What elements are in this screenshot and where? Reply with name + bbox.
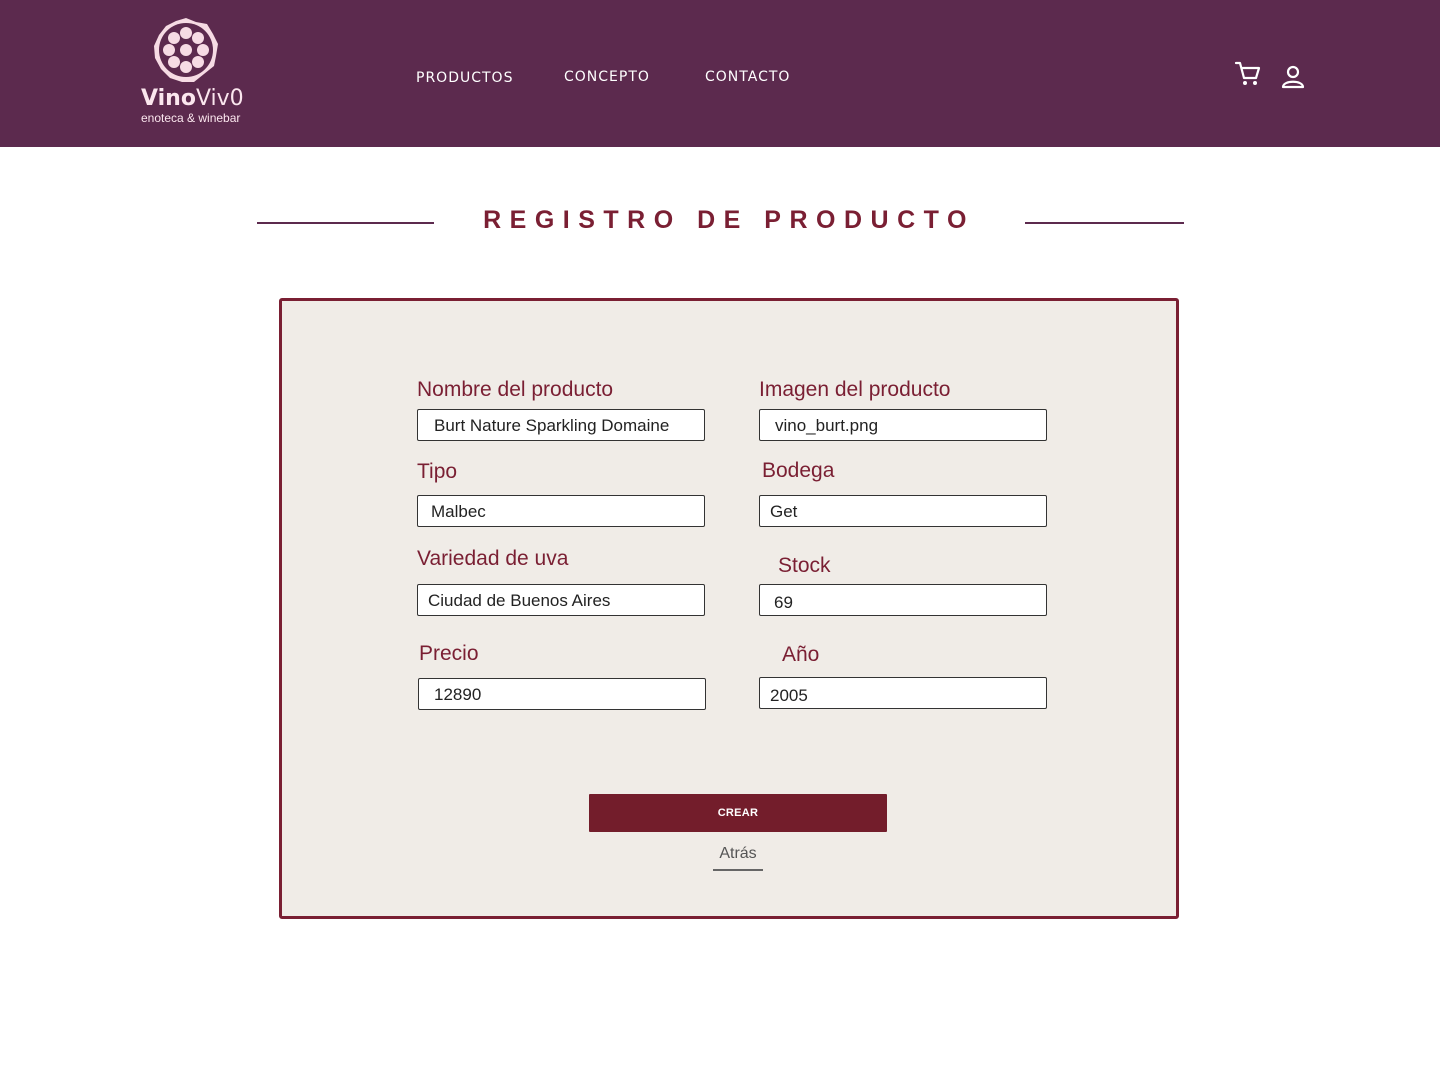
stock-input[interactable] — [759, 584, 1047, 616]
product-form-card: Nombre del producto Imagen del producto … — [279, 298, 1179, 919]
crear-button[interactable]: CREAR — [589, 794, 887, 832]
label-anio: Año — [782, 643, 820, 666]
page-title-section: REGISTRO DE PRODUCTO — [0, 200, 1440, 246]
label-tipo: Tipo — [417, 460, 458, 483]
tipo-input[interactable] — [417, 495, 705, 527]
user-button[interactable] — [1280, 64, 1308, 92]
brand-tagline: enoteca & winebar — [141, 111, 241, 125]
title-divider-left — [257, 222, 434, 224]
label-variedad: Variedad de uva — [417, 547, 569, 570]
imagen-input[interactable] — [759, 409, 1047, 441]
anio-input[interactable] — [759, 677, 1047, 709]
user-icon — [1281, 65, 1305, 89]
precio-input[interactable] — [418, 678, 706, 710]
cart-button[interactable] — [1234, 60, 1262, 88]
label-bodega: Bodega — [762, 459, 835, 482]
label-nombre: Nombre del producto — [417, 378, 614, 401]
wine-flower-logo-icon — [154, 18, 218, 82]
back-link[interactable]: Atrás — [713, 845, 763, 871]
brand-name: VinoViv0 — [141, 86, 244, 111]
page-title: REGISTRO DE PRODUCTO — [483, 206, 975, 234]
nav-productos[interactable]: PRODUCTOS — [416, 70, 513, 86]
site-header: VinoViv0 enoteca & winebar PRODUCTOS CON… — [0, 0, 1440, 147]
label-imagen: Imagen del producto — [759, 378, 951, 401]
nav-contacto[interactable]: CONTACTO — [705, 69, 790, 85]
bodega-input[interactable] — [759, 495, 1047, 527]
cart-icon — [1234, 61, 1261, 85]
label-precio: Precio — [419, 642, 479, 665]
nav-concepto[interactable]: CONCEPTO — [564, 69, 650, 85]
brand-logo[interactable]: VinoViv0 enoteca & winebar — [136, 16, 244, 128]
nombre-input[interactable] — [417, 409, 705, 441]
title-divider-right — [1025, 222, 1184, 224]
variedad-input[interactable] — [417, 584, 705, 616]
label-stock: Stock — [778, 554, 831, 577]
